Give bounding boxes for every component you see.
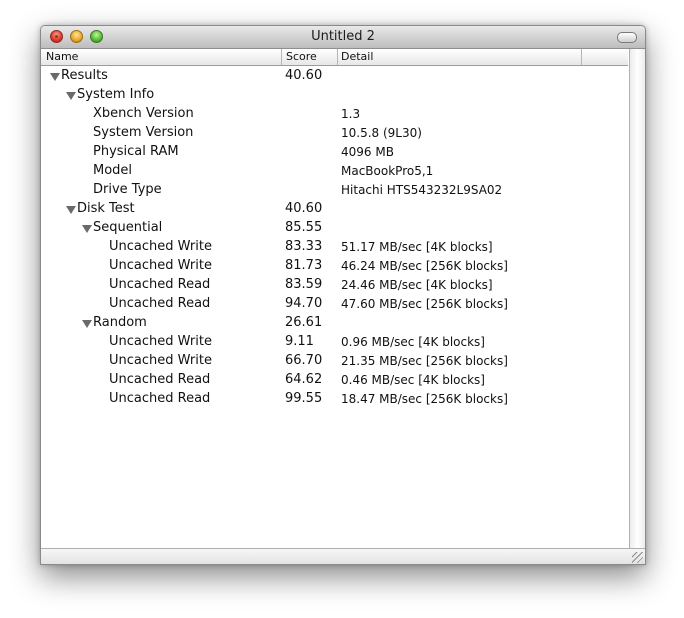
row-detail: 0.96 MB/sec [4K blocks] [341,335,485,349]
row-name: Uncached Write [109,353,212,368]
column-header-score[interactable]: Score [286,50,317,63]
row-name: System Version [93,125,194,140]
outline-row[interactable]: Drive Type Hitachi HTS543232L9SA02 [41,180,628,199]
row-name: Uncached Write [109,258,212,273]
outline-row[interactable]: Uncached Write 83.33 51.17 MB/sec [4K bloc… [41,237,628,256]
row-detail: 10.5.8 (9L30) [341,126,422,140]
row-score: 9.11 [285,334,314,349]
outline-row[interactable]: Uncached Read 83.59 24.46 MB/sec [4K block… [41,275,628,294]
row-detail: 51.17 MB/sec [4K blocks] [341,240,493,254]
row-name: Sequential [93,220,163,235]
window-title: Untitled 2 [311,29,375,44]
row-detail: 4096 MB [341,145,394,159]
outline-row[interactable]: System Version 10.5.8 (9L30) [41,123,628,142]
row-name: Model [93,163,133,178]
outline-row[interactable]: Sequential 85.55 [41,218,628,237]
row-detail: 18.47 MB/sec [256K blocks] [341,392,508,406]
row-detail: 1.3 [341,107,361,121]
outline-row[interactable]: Physical RAM 4096 MB [41,142,628,161]
row-name: Uncached Write [109,334,212,349]
row-name: Xbench Version [93,106,194,121]
disclosure-triangle-icon[interactable] [82,225,92,233]
toolbar-toggle-button[interactable] [617,32,637,43]
bottom-bar [41,548,645,564]
row-detail: 46.24 MB/sec [256K blocks] [341,259,508,273]
row-score: 64.62 [285,372,323,387]
row-name: Uncached Read [109,296,211,311]
row-name: Random [93,315,147,330]
column-divider[interactable] [337,49,338,65]
row-score: 99.55 [285,391,323,406]
results-window: Untitled 2 Name Score Detail Results 40.6… [40,25,646,565]
column-header-detail[interactable]: Detail [341,50,373,63]
vertical-scrollbar[interactable] [629,49,645,548]
outline-view: Results 40.60 System Info Xbench Version 1.3… [41,66,628,408]
outline-row[interactable]: Uncached Read 99.55 18.47 MB/sec [256K blo… [41,389,628,408]
row-score: 83.59 [285,277,323,292]
column-header: Name Score Detail [41,49,628,66]
outline-row[interactable]: Uncached Write 66.70 21.35 MB/sec [256K bl… [41,351,628,370]
row-score: 40.60 [285,201,323,216]
disclosure-triangle-icon[interactable] [66,92,76,100]
outline-row[interactable]: Results 40.60 [41,66,628,85]
column-divider[interactable] [581,49,582,65]
outline-row[interactable]: Uncached Write 81.73 46.24 MB/sec [256K bl… [41,256,628,275]
row-score: 66.70 [285,353,323,368]
row-name: Uncached Read [109,277,211,292]
row-name: Results [61,68,108,83]
row-name: Drive Type [93,182,162,197]
outline-row[interactable]: Uncached Read 64.62 0.46 MB/sec [4K blocks… [41,370,628,389]
outline-row[interactable]: Xbench Version 1.3 [41,104,628,123]
row-score: 40.60 [285,68,323,83]
row-name: Uncached Read [109,391,211,406]
row-detail: 0.46 MB/sec [4K blocks] [341,373,485,387]
row-detail: Hitachi HTS543232L9SA02 [341,183,503,197]
row-detail: 47.60 MB/sec [256K blocks] [341,297,508,311]
row-detail: MacBookPro5,1 [341,164,434,178]
outline-row[interactable]: Random 26.61 [41,313,628,332]
row-detail: 24.46 MB/sec [4K blocks] [341,278,493,292]
outline-row[interactable]: Disk Test 40.60 [41,199,628,218]
row-name: Uncached Write [109,239,212,254]
title-bar[interactable]: Untitled 2 [41,26,645,49]
disclosure-triangle-icon[interactable] [82,320,92,328]
outline-row[interactable]: Uncached Write 9.11 0.96 MB/sec [4K blocks… [41,332,628,351]
resize-grip-icon[interactable] [632,552,643,563]
row-name: Uncached Read [109,372,211,387]
disclosure-triangle-icon[interactable] [50,73,60,81]
row-score: 85.55 [285,220,323,235]
row-score: 81.73 [285,258,323,273]
row-name: Physical RAM [93,144,179,159]
row-name: Disk Test [77,201,135,216]
outline-row[interactable]: Uncached Read 94.70 47.60 MB/sec [256K blo… [41,294,628,313]
outline-row[interactable]: Model MacBookPro5,1 [41,161,628,180]
row-score: 26.61 [285,315,323,330]
row-score: 94.70 [285,296,323,311]
disclosure-triangle-icon[interactable] [66,206,76,214]
outline-row[interactable]: System Info [41,85,628,104]
row-name: System Info [77,87,155,102]
column-header-name[interactable]: Name [46,50,78,63]
column-divider[interactable] [281,49,282,65]
row-score: 83.33 [285,239,323,254]
row-detail: 21.35 MB/sec [256K blocks] [341,354,508,368]
